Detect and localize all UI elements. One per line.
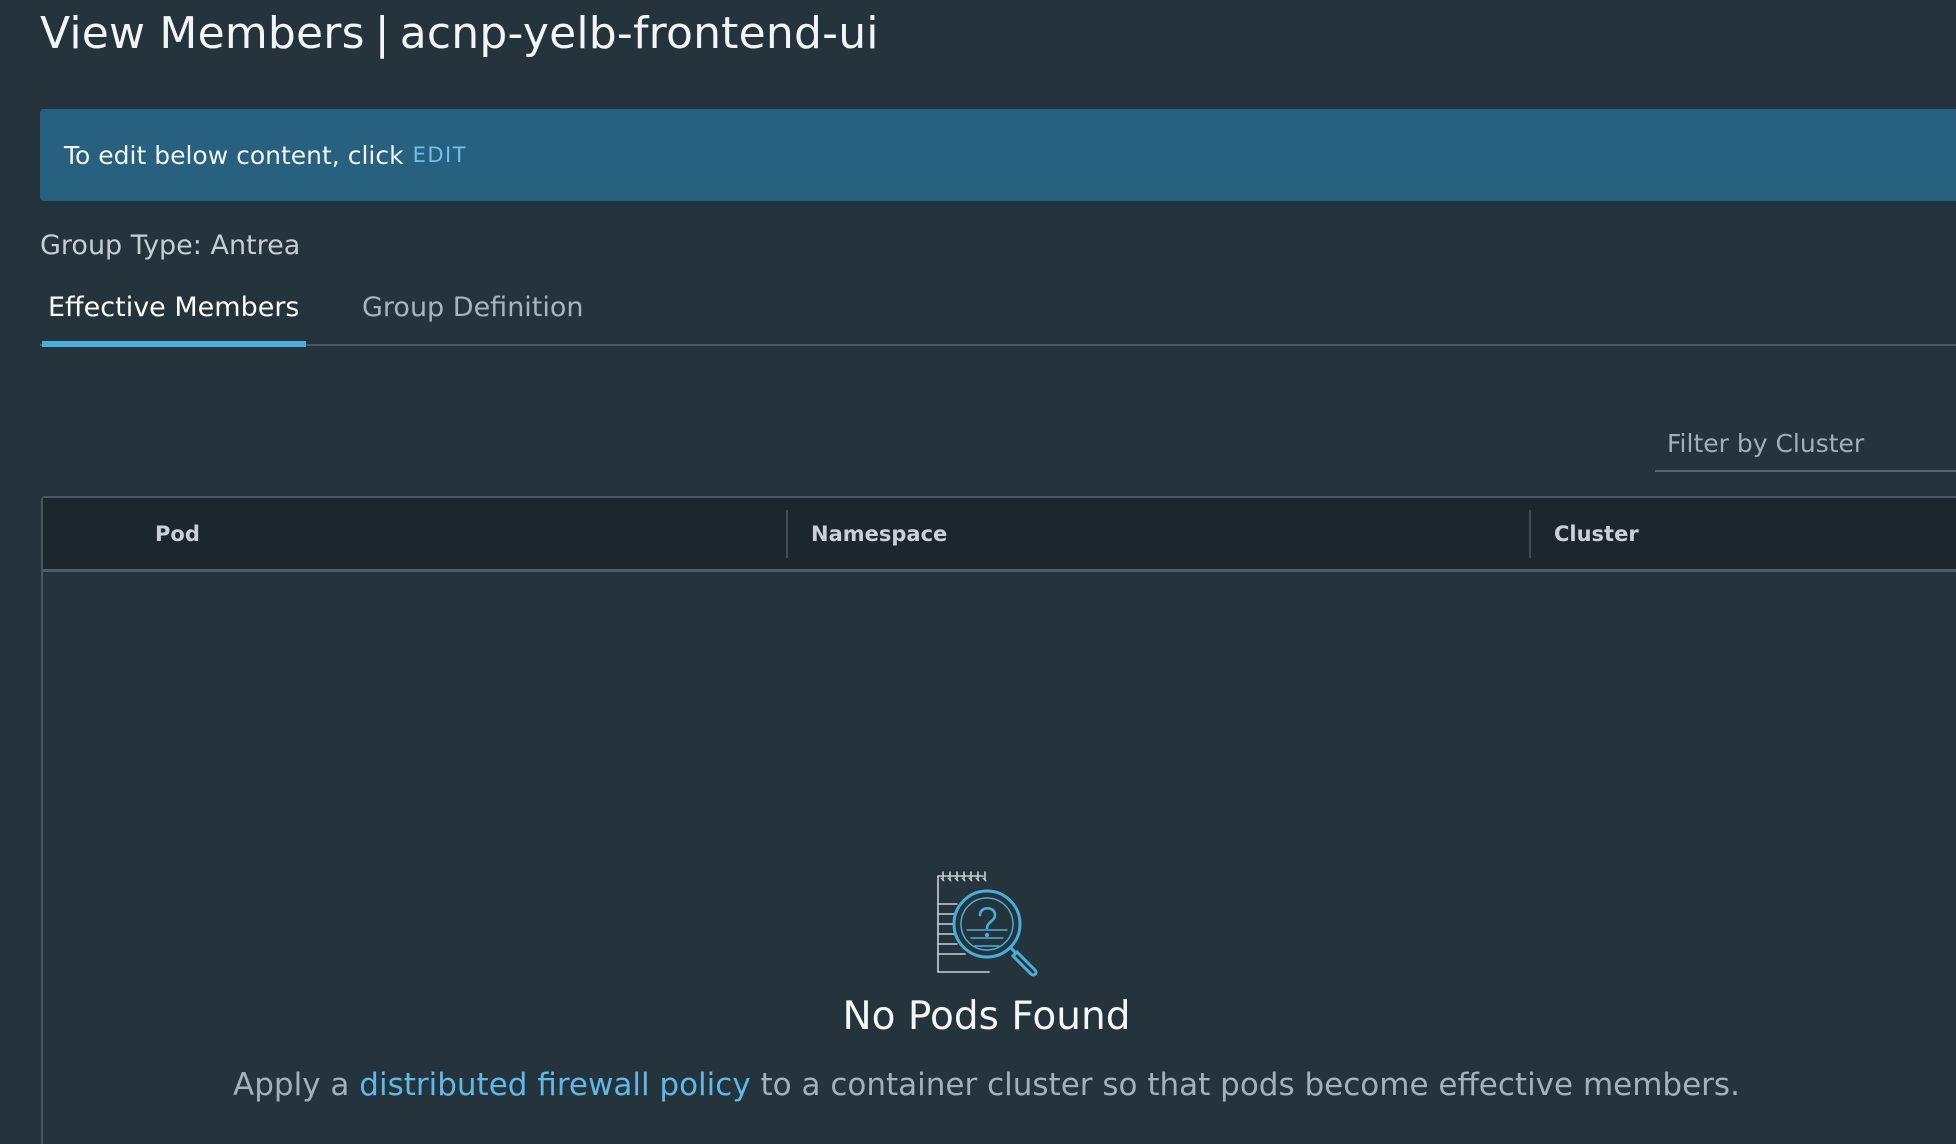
empty-desc-after: to a container cluster so that pods beco… [760, 1067, 1740, 1103]
column-header-pod[interactable]: Pod [155, 498, 200, 569]
empty-state-description: Apply a distributed firewall policy to a… [43, 1067, 1930, 1103]
filter-by-cluster[interactable] [1655, 416, 1956, 472]
column-divider[interactable] [1529, 510, 1531, 558]
notepad-search-icon [936, 871, 1038, 977]
page-title-separator: | [374, 8, 390, 59]
tab-group-definition[interactable]: Group Definition [362, 292, 584, 323]
tab-effective-members[interactable]: Effective Members [42, 292, 306, 347]
page-title-prefix: View Members [40, 8, 365, 59]
column-header-cluster[interactable]: Cluster [1554, 498, 1639, 569]
column-header-namespace[interactable]: Namespace [811, 498, 947, 569]
edit-link[interactable]: EDIT [413, 143, 467, 167]
distributed-firewall-policy-link[interactable]: distributed firewall policy [359, 1067, 750, 1103]
empty-state: No Pods Found Apply a distributed firewa… [43, 868, 1930, 1103]
banner-text: To edit below content, click [64, 140, 404, 170]
tab-bar: Effective Members Group Definition [40, 282, 1956, 347]
edit-info-banner: To edit below content, click EDIT [40, 109, 1956, 201]
table-header: Pod Namespace Cluster [43, 498, 1956, 572]
filter-cluster-input[interactable] [1655, 416, 1956, 470]
empty-state-title: No Pods Found [842, 994, 1131, 1039]
empty-desc-before: Apply a [233, 1067, 350, 1103]
page-title: View Members | acnp-yelb-frontend-ui [40, 8, 879, 59]
column-divider[interactable] [786, 510, 788, 558]
group-type-label: Group Type: Antrea [40, 230, 301, 261]
members-table: Pod Namespace Cluster No Pods Found Appl… [41, 496, 1956, 1144]
group-name: acnp-yelb-frontend-ui [399, 8, 879, 59]
